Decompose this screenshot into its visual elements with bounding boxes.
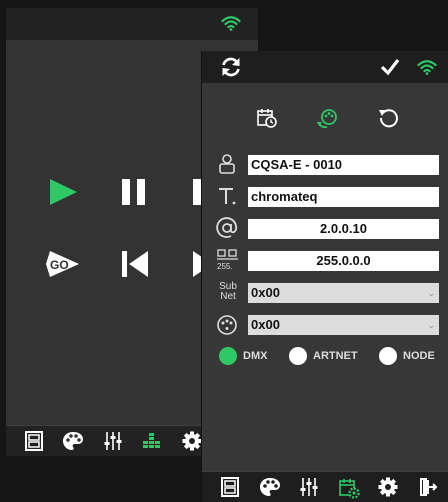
chevron-down-icon: ⌄ bbox=[427, 288, 435, 298]
check-icon[interactable] bbox=[380, 57, 400, 77]
palette-icon[interactable] bbox=[259, 477, 281, 497]
play-icon[interactable] bbox=[48, 177, 78, 207]
player-title-bar bbox=[6, 8, 258, 40]
wifi-icon bbox=[221, 15, 241, 31]
sliders-icon[interactable] bbox=[103, 431, 123, 451]
subnet-select[interactable]: 0x00 ⌄ bbox=[248, 283, 439, 303]
netmask-icon: 255. bbox=[216, 249, 240, 271]
panel-title-bar bbox=[202, 51, 448, 83]
universe-select[interactable]: 0x00 ⌄ bbox=[248, 315, 439, 335]
levels-icon[interactable] bbox=[141, 431, 163, 451]
dmx-connector-icon bbox=[216, 314, 238, 336]
chevron-down-icon: ⌄ bbox=[427, 320, 435, 330]
radio-node-dot[interactable] bbox=[379, 347, 397, 365]
radio-node-label: NODE bbox=[403, 350, 435, 362]
palette-icon[interactable] bbox=[62, 431, 84, 451]
netmask-icon-label: 255. bbox=[217, 262, 233, 271]
wifi-icon bbox=[417, 59, 437, 75]
exit-icon[interactable] bbox=[418, 477, 438, 497]
radio-artnet-label: ARTNET bbox=[313, 350, 358, 362]
calendar-gear-icon[interactable] bbox=[338, 477, 360, 499]
palette-sync-icon[interactable] bbox=[317, 107, 339, 129]
radio-dmx-dot[interactable] bbox=[219, 347, 237, 365]
network-settings-panel: CQSA-E - 0010 chromateq 2.0.0.10 255. 25… bbox=[201, 51, 448, 502]
at-icon bbox=[216, 217, 238, 239]
subnet-label-line2: Net bbox=[220, 291, 236, 302]
device-name-field[interactable]: CQSA-E - 0010 bbox=[248, 155, 439, 175]
radio-artnet-dot[interactable] bbox=[289, 347, 307, 365]
gear-icon[interactable] bbox=[182, 431, 202, 451]
label-field[interactable]: chromateq bbox=[248, 187, 439, 207]
panel-tab-bar bbox=[202, 471, 448, 502]
calendar-clock-icon[interactable] bbox=[256, 107, 278, 129]
subnet-mask-field[interactable]: 255.0.0.0 bbox=[248, 251, 439, 271]
go-icon[interactable]: GO bbox=[46, 249, 80, 279]
user-icon bbox=[216, 154, 238, 174]
reset-icon[interactable] bbox=[378, 107, 400, 129]
film-icon[interactable] bbox=[24, 431, 44, 451]
gear-icon[interactable] bbox=[378, 477, 398, 497]
subnet-label: Sub Net bbox=[215, 282, 241, 302]
universe-select-value: 0x00 bbox=[251, 317, 280, 332]
text-icon bbox=[216, 186, 238, 206]
skip-back-icon[interactable] bbox=[120, 250, 150, 278]
sliders-icon[interactable] bbox=[299, 477, 319, 497]
film-icon[interactable] bbox=[220, 477, 240, 497]
refresh-icon[interactable] bbox=[220, 56, 242, 78]
subnet-select-value: 0x00 bbox=[251, 285, 280, 300]
pause-icon[interactable] bbox=[119, 177, 149, 207]
radio-dmx-label: DMX bbox=[243, 350, 268, 362]
ip-address-field[interactable]: 2.0.0.10 bbox=[248, 219, 439, 239]
go-label: GO bbox=[50, 258, 69, 272]
